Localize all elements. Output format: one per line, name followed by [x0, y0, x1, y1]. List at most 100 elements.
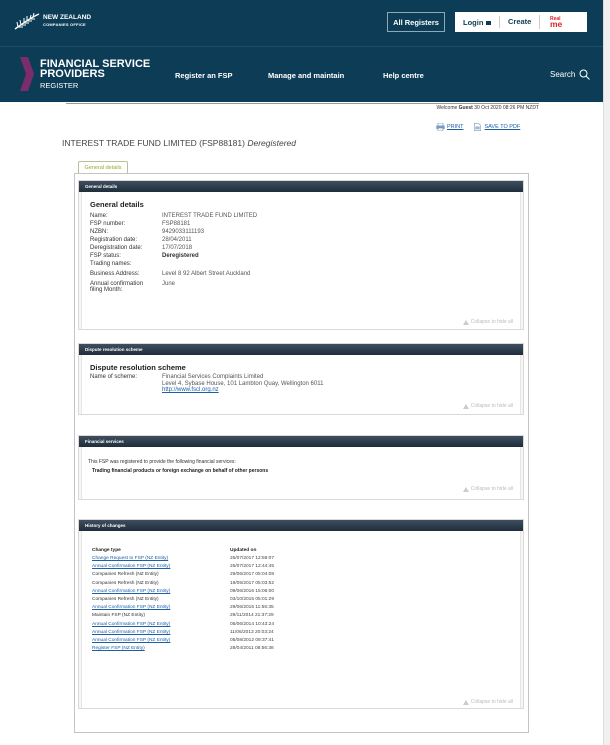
change-type-link[interactable]: Register FSP (NZ Entity)	[92, 645, 230, 653]
change-type-link[interactable]: Change Request to FSP (NZ Entity)	[92, 555, 230, 563]
warning-triangle-icon	[462, 403, 469, 409]
history-header[interactable]: History of changes	[79, 520, 523, 531]
field-label: Name:	[90, 213, 108, 219]
change-type-link[interactable]: Annual Confirmation FSP (NZ Entity)	[92, 604, 230, 612]
firm-name: INTEREST TRADE FUND LIMITED (FSP88181)	[62, 138, 245, 148]
history-table: Change Request to FSP (NZ Entity) 25/07/2…	[82, 553, 520, 653]
dispute-title: Dispute resolution scheme	[90, 363, 186, 372]
chevron-right-icon	[20, 57, 34, 91]
collapse-link[interactable]: Collapse to hide all	[462, 699, 513, 705]
logo-line2: COMPANIES OFFICE	[43, 22, 86, 27]
field-value: 17/07/2018	[162, 245, 193, 251]
dispute-header[interactable]: Dispute resolution scheme	[79, 344, 523, 355]
collapse-link[interactable]: Collapse to hide all	[462, 486, 513, 492]
updated-on: 29/06/2015 11:56:35	[230, 605, 274, 611]
welcome-prefix: Welcome	[436, 105, 458, 111]
scheme-row: Name of scheme: Financial Services Compl…	[82, 372, 520, 394]
change-type-link[interactable]: Annual Confirmation FSP (NZ Entity)	[92, 621, 230, 629]
collapse-label: Collapse to hide all	[470, 403, 513, 409]
general-details-header[interactable]: General details	[79, 181, 523, 192]
change-type-link[interactable]: Annual Confirmation FSP (NZ Entity)	[92, 637, 230, 645]
table-row: Annual Confirmation FSP (NZ Entity) 05/08…	[82, 637, 520, 645]
table-row: Annual Confirmation FSP (NZ Entity) 11/06…	[82, 629, 520, 637]
field-row: FSP status: Deregistered	[82, 252, 520, 260]
collapse-label: Collapse to hide all	[470, 486, 513, 492]
general-details-section: General details General details Name: INT…	[78, 180, 524, 330]
field-row: Annual confirmation filing Month: June	[82, 281, 520, 293]
general-details-fields: Name: INTEREST TRADE FUND LIMITED FSP num…	[82, 209, 520, 293]
updated-on: 25/07/2017 12:44:45	[230, 564, 275, 570]
field-row: NZBN: 9429033111193	[82, 228, 520, 236]
table-row: Annual Confirmation FSP (NZ Entity) 25/07…	[82, 563, 520, 571]
collapse-label: Collapse to hide all	[470, 699, 513, 705]
table-row: Companies Refresh (NZ Entity) 19/05/2017 …	[82, 580, 520, 588]
updated-on: 05/06/2014 10:43:24	[230, 621, 275, 627]
nav-register-fsp[interactable]: Register an FSP	[175, 71, 233, 80]
field-label: Registration date:	[90, 237, 138, 243]
save-pdf-label: SAVE TO PDF	[484, 124, 521, 130]
welcome-datetime: 30 Oct 2020 08:26 PM NZDT	[474, 105, 539, 111]
logo-line1: NEW ZEALAND	[43, 14, 92, 21]
updated-on: 25/07/2017 12:59:07	[230, 556, 275, 561]
collapse-link[interactable]: Collapse to hide all	[462, 319, 513, 325]
dispute-body: Dispute resolution scheme Name of scheme…	[81, 355, 521, 414]
search-button[interactable]: Search	[550, 69, 591, 80]
table-row: Maintain FSP (NZ Entity) 29/11/2014 21:37…	[82, 612, 520, 620]
nav-manage-maintain[interactable]: Manage and maintain	[268, 71, 344, 80]
financial-services-header[interactable]: Financial services	[79, 436, 523, 447]
companies-office-logo[interactable]: NEW ZEALAND COMPANIES OFFICE	[14, 12, 91, 30]
field-label: FSP number:	[90, 221, 126, 227]
scheme-label: Name of scheme:	[90, 374, 138, 380]
financial-services-section: Financial services This FSP was register…	[78, 435, 524, 500]
scheme-address: Level 4, Sybase House, 101 Lambton Quay,…	[162, 380, 324, 387]
change-type-link[interactable]: Annual Confirmation FSP (NZ Entity)	[92, 563, 230, 571]
field-row: Name: INTEREST TRADE FUND LIMITED	[82, 212, 520, 220]
dispute-section: Dispute resolution scheme Dispute resolu…	[78, 343, 524, 415]
general-details-body: General details Name: INTEREST TRADE FUND…	[81, 192, 521, 329]
field-row: Trading names:	[82, 260, 520, 268]
create-link[interactable]: Create	[499, 16, 539, 28]
realme-line2: me	[550, 19, 563, 29]
scheme-url-link[interactable]: http://www.fscl.org.nz	[162, 387, 219, 393]
pdf-icon	[473, 123, 481, 131]
updated-on: 19/05/2017 05:03:52	[230, 580, 275, 586]
service-item: Trading financial products or foreign ex…	[92, 468, 269, 474]
login-link[interactable]: Login	[455, 18, 499, 27]
table-row: Companies Refresh (NZ Entity) 03/10/2015 …	[82, 596, 520, 604]
table-row: Annual Confirmation FSP (NZ Entity) 09/06…	[82, 588, 520, 596]
welcome-bar: Welcome Guest 30 Oct 2020 08:26 PM NZDT	[66, 103, 539, 112]
updated-on: 29/06/2017 05:04:08	[230, 572, 275, 578]
status-value: Deregistered	[162, 253, 199, 259]
updated-on: 28/04/2011 08:56:38	[230, 646, 274, 652]
all-registers-button[interactable]: All Registers	[387, 12, 445, 32]
change-type-link[interactable]: Annual Confirmation FSP (NZ Entity)	[92, 629, 230, 637]
table-row: Annual Confirmation FSP (NZ Entity) 29/06…	[82, 604, 520, 612]
print-link[interactable]: PRINT	[436, 123, 464, 131]
warning-triangle-icon	[462, 699, 469, 705]
field-row: Deregistration date: 17/07/2018	[82, 244, 520, 252]
save-pdf-link[interactable]: SAVE TO PDF	[473, 123, 521, 131]
col-updated-on: Updated on	[230, 548, 257, 553]
services-intro: This FSP was registered to provide the f…	[88, 459, 236, 465]
field-value: June	[162, 281, 176, 287]
field-label: Annual confirmation filing Month:	[90, 281, 162, 293]
updated-on: 29/11/2014 21:37:29	[230, 613, 274, 619]
financial-services-body: This FSP was registered to provide the f…	[81, 447, 521, 499]
table-row: Change Request to FSP (NZ Entity) 25/07/2…	[82, 555, 520, 563]
history-table-header: Change type Updated on	[82, 531, 520, 553]
fsp-brand[interactable]: FINANCIAL SERVICE PROVIDERS REGISTER	[40, 59, 150, 91]
general-details-title: General details	[90, 200, 144, 209]
page-scrollbar[interactable]	[603, 0, 610, 745]
lock-icon	[486, 21, 492, 25]
main-nav: FINANCIAL SERVICE PROVIDERS REGISTER Reg…	[0, 46, 603, 102]
field-row: FSP number: FSP88181	[82, 220, 520, 228]
login-box: Login Create Real me	[455, 12, 587, 32]
nav-help-centre[interactable]: Help centre	[383, 71, 424, 80]
collapse-link[interactable]: Collapse to hide all	[462, 403, 513, 409]
fern-icon	[14, 12, 40, 30]
field-value: INTEREST TRADE FUND LIMITED	[162, 213, 258, 219]
realme-link[interactable]: Real me	[539, 15, 562, 29]
field-label: Trading names:	[90, 261, 132, 267]
change-type-link[interactable]: Annual Confirmation FSP (NZ Entity)	[92, 588, 230, 596]
updated-on: 09/06/2016 15:06:00	[230, 588, 275, 594]
